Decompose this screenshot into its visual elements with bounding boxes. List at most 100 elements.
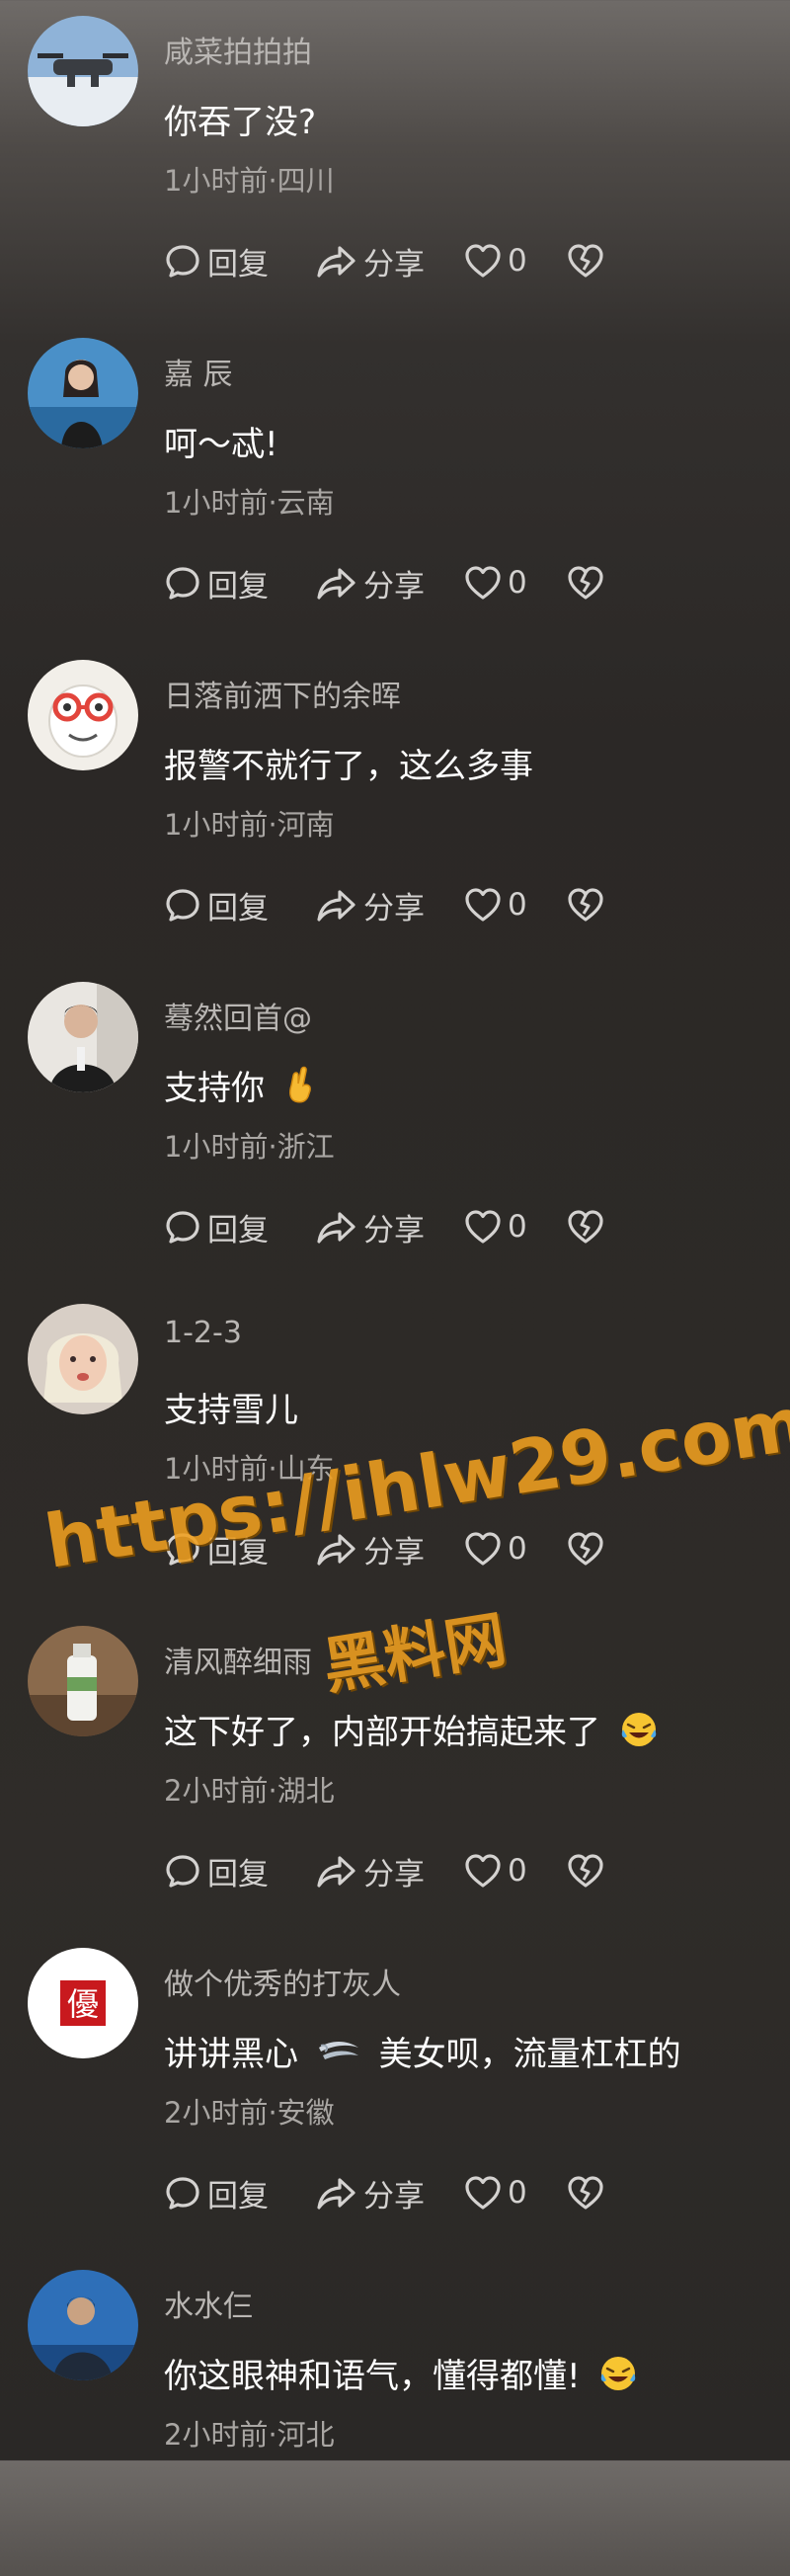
like-count: 0: [508, 565, 527, 601]
share-button[interactable]: 分享: [316, 1205, 433, 1249]
comment-meta: 1小时前·云南: [164, 486, 335, 520]
avatar[interactable]: [28, 660, 138, 770]
like-count: 0: [508, 1209, 527, 1245]
like-button[interactable]: 0: [464, 1209, 527, 1245]
laughing-tears-emoji: [619, 1710, 659, 1758]
reply-button[interactable]: 回复: [164, 2171, 280, 2215]
share-icon: [317, 246, 356, 278]
bottle-avatar-icon: [28, 1626, 138, 1736]
dislike-button[interactable]: [567, 1853, 604, 1889]
avatar[interactable]: [28, 2270, 138, 2380]
broken-heart-icon: [568, 244, 603, 278]
reply-button[interactable]: 回复: [164, 561, 280, 605]
dislike-button[interactable]: [567, 2175, 604, 2211]
reply-label: 回复: [207, 1212, 269, 1248]
comment-actions: 回复 分享 0: [164, 883, 604, 926]
reply-button[interactable]: 回复: [164, 1849, 280, 1893]
reply-button[interactable]: 回复: [164, 1527, 280, 1571]
reply-label: 回复: [207, 1534, 269, 1570]
avatar[interactable]: [28, 1626, 138, 1736]
comment-meta: 1小时前·浙江: [164, 1130, 335, 1164]
dislike-button[interactable]: [567, 243, 604, 279]
comment-text: 报警不就行了，这么多事: [164, 747, 533, 786]
comment-meta: 2小时前·安徽: [164, 2096, 335, 2130]
share-button[interactable]: 分享: [316, 239, 433, 283]
avatar[interactable]: [28, 1304, 138, 1414]
share-label: 分享: [363, 1212, 425, 1248]
comment-text-body: 这下好了，内部开始搞起来了: [164, 1713, 600, 1752]
reply-icon: [166, 1855, 199, 1888]
avatar[interactable]: [28, 16, 138, 126]
dislike-button[interactable]: [567, 565, 604, 601]
comment-text: 支持你: [164, 1061, 317, 1114]
share-button[interactable]: 分享: [316, 2171, 433, 2215]
dislike-button[interactable]: [567, 887, 604, 923]
drone-avatar-icon: [28, 16, 138, 126]
comment-item: 清风醉细雨 这下好了，内部开始搞起来了 2小时前·湖北 回复 分享 0: [0, 1610, 790, 1932]
person-avatar-icon: [28, 2270, 138, 2380]
like-button[interactable]: 0: [464, 1853, 527, 1889]
comment-item: 蓦然回首@ 支持你 1小时前·浙江 回复 分享 0: [0, 966, 790, 1288]
avatar[interactable]: [28, 982, 138, 1092]
reply-icon: [166, 2177, 199, 2210]
like-button[interactable]: 0: [464, 243, 527, 279]
reply-button[interactable]: 回复: [164, 239, 280, 283]
like-count: 0: [508, 887, 527, 923]
comment-actions: 回复 分享 0: [164, 1527, 604, 1570]
share-icon: [317, 568, 356, 600]
share-label: 分享: [363, 2178, 425, 2214]
dislike-button[interactable]: [567, 1209, 604, 1245]
username[interactable]: 日落前洒下的余晖: [164, 672, 401, 715]
comment-text-body-2: 美女呗，流量杠杠的: [378, 2035, 681, 2074]
comment-actions: 回复 分享 0: [164, 1849, 604, 1892]
comment-text-body: 支持你: [164, 1069, 265, 1108]
share-button[interactable]: 分享: [316, 883, 433, 927]
comment-actions: 回复 分享 0: [164, 1205, 604, 1248]
wind-emoji: [317, 2036, 360, 2076]
reply-icon: [166, 1533, 199, 1566]
share-button[interactable]: 分享: [316, 561, 433, 605]
heart-icon: [465, 1854, 501, 1888]
comment-meta: 2小时前·河北: [164, 2418, 335, 2452]
heart-icon: [465, 1532, 501, 1566]
reply-icon: [166, 245, 199, 278]
comment-actions: 回复 分享 0: [164, 2171, 604, 2214]
comment-item: 嘉 辰 呵～忒! 1小时前·云南 回复 分享 0: [0, 322, 790, 644]
heart-icon: [465, 566, 501, 600]
username[interactable]: 蓦然回首@: [164, 994, 312, 1037]
username[interactable]: 做个优秀的打灰人: [164, 1960, 401, 2003]
comment-text-body: 讲讲黑心: [164, 2035, 298, 2074]
dislike-button[interactable]: [567, 1531, 604, 1567]
heart-icon: [465, 1210, 501, 1244]
like-button[interactable]: 0: [464, 887, 527, 923]
comment-meta: 1小时前·河南: [164, 808, 335, 842]
username[interactable]: 咸菜拍拍拍: [164, 28, 312, 71]
avatar[interactable]: 優: [28, 1948, 138, 2058]
like-button[interactable]: 0: [464, 565, 527, 601]
reply-button[interactable]: 回复: [164, 883, 280, 927]
username[interactable]: 清风醉细雨: [164, 1638, 312, 1681]
like-button[interactable]: 0: [464, 2175, 527, 2211]
comment-text-body: 你这眼神和语气，懂得都懂!: [164, 2357, 581, 2396]
username[interactable]: 嘉 辰: [164, 350, 233, 393]
share-button[interactable]: 分享: [316, 1527, 433, 1571]
username[interactable]: 水水仨: [164, 2282, 253, 2325]
share-label: 分享: [363, 1534, 425, 1570]
username[interactable]: 1-2-3: [164, 1316, 242, 1350]
like-count: 0: [508, 2175, 527, 2211]
share-button[interactable]: 分享: [316, 1849, 433, 1893]
broken-heart-icon: [568, 1854, 603, 1888]
share-label: 分享: [363, 568, 425, 604]
broken-heart-icon: [568, 1210, 603, 1244]
reply-icon: [166, 1211, 199, 1244]
comment-item: 咸菜拍拍拍 你吞了没? 1小时前·四川 回复 分享 0: [0, 0, 790, 322]
avatar[interactable]: [28, 338, 138, 448]
reply-button[interactable]: 回复: [164, 1205, 280, 1249]
comment-item: 1-2-3 支持雪儿 1小时前·山东 回复 分享 0: [0, 1288, 790, 1610]
comment-list: 咸菜拍拍拍 你吞了没? 1小时前·四川 回复 分享 0 嘉 辰 呵～忒! 1小时…: [0, 0, 790, 2576]
comment-text: 支持雪儿: [164, 1391, 298, 1430]
heart-icon: [465, 2176, 501, 2210]
like-button[interactable]: 0: [464, 1531, 527, 1567]
person-avatar-icon: [28, 1304, 138, 1414]
comment-item: 優 做个优秀的打灰人 讲讲黑心 美女呗，流量杠杠的 2小时前·安徽 回复 分享 …: [0, 1932, 790, 2254]
